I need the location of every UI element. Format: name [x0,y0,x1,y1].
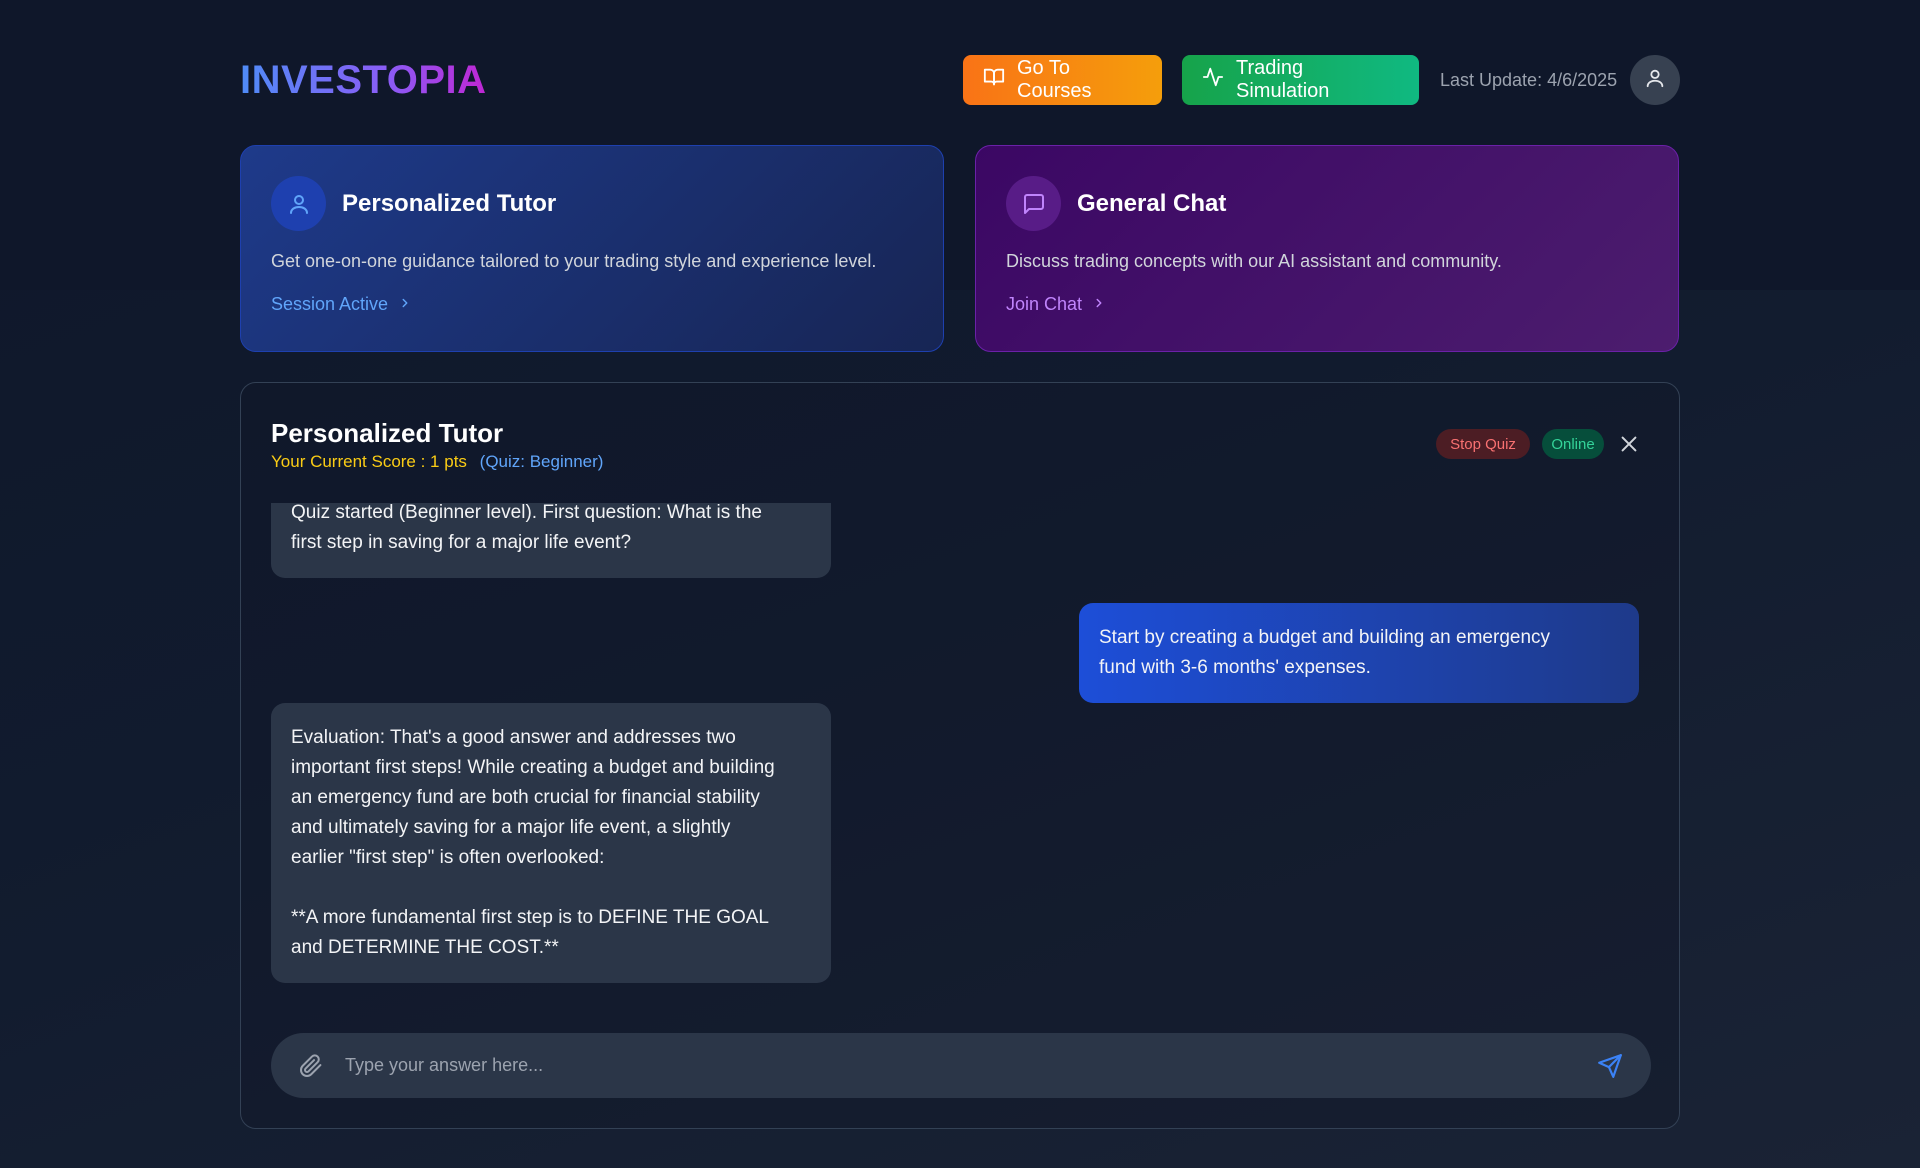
card-title: General Chat [1077,189,1227,217]
app-logo[interactable]: INVESTOPIA [240,58,487,103]
message-line: earlier "first step" is often overlooked… [291,847,605,868]
session-active-link[interactable]: Session Active [271,294,913,315]
quiz-level: (Quiz: Beginner) [479,452,604,471]
score-line: Your Current Score : 1 pts (Quiz: Beginn… [271,452,603,472]
message-line: and ultimately saving for a major life e… [291,817,731,838]
send-icon[interactable] [1597,1053,1623,1079]
session-active-label: Session Active [271,294,389,314]
trading-simulation-button[interactable]: Trading Simulation [1182,55,1419,105]
message-line: important first steps! While creating a … [291,757,775,778]
join-chat-link[interactable]: Join Chat [1006,294,1648,315]
paperclip-icon[interactable] [299,1053,323,1078]
activity-icon [1202,66,1224,94]
panel-title: Personalized Tutor [271,418,504,448]
join-chat-label: Join Chat [1006,294,1083,314]
message-line: an emergency fund are both crucial for f… [291,787,760,808]
message-line: Start by creating a budget and building … [1099,627,1551,648]
trading-simulation-label: Trading Simulation [1236,57,1330,102]
message-list[interactable]: Quiz started (Beginner level). First que… [271,503,1651,1003]
message-line: and DETERMINE THE COST.** [291,937,559,958]
ai-message: Evaluation: That's a good answer and add… [271,703,831,983]
close-icon[interactable] [1618,433,1640,455]
book-icon [983,66,1005,94]
chevron-right-icon [398,294,412,315]
answer-composer [271,1033,1651,1098]
message-line: fund with 3-6 months' expenses. [1099,657,1371,678]
go-to-courses-label: Go To Courses [1017,57,1092,102]
ai-message: Quiz started (Beginner level). First que… [271,503,831,578]
last-update-text: Last Update: 4/6/2025 [1440,70,1618,90]
stop-quiz-button[interactable]: Stop Quiz [1436,429,1530,459]
message-line: Quiz started (Beginner level). First que… [291,503,762,523]
current-score: Your Current Score : 1 pts [271,452,467,471]
personalized-tutor-card[interactable]: Personalized Tutor Get one-on-one guidan… [240,145,944,352]
card-description: Discuss trading concepts with our AI ass… [1006,251,1502,271]
message-line: **A more fundamental first step is to DE… [291,907,769,928]
answer-input[interactable] [345,1055,1597,1076]
card-title: Personalized Tutor [342,189,557,217]
message-line: first step in saving for a major life ev… [291,532,632,553]
user-message: Start by creating a budget and building … [1079,603,1639,703]
tutor-chat-panel: Personalized Tutor Your Current Score : … [240,382,1680,1129]
user-icon [271,176,326,231]
message-square-icon [1006,176,1061,231]
go-to-courses-button[interactable]: Go To Courses [963,55,1162,105]
message-line: Evaluation: That's a good answer and add… [291,727,736,748]
chevron-right-icon [1092,294,1106,315]
card-description: Get one-on-one guidance tailored to your… [271,251,877,271]
general-chat-card[interactable]: General Chat Discuss trading concepts wi… [975,145,1679,352]
online-status-badge: Online [1542,429,1604,459]
user-avatar-button[interactable] [1630,55,1680,105]
user-icon [1644,67,1666,94]
